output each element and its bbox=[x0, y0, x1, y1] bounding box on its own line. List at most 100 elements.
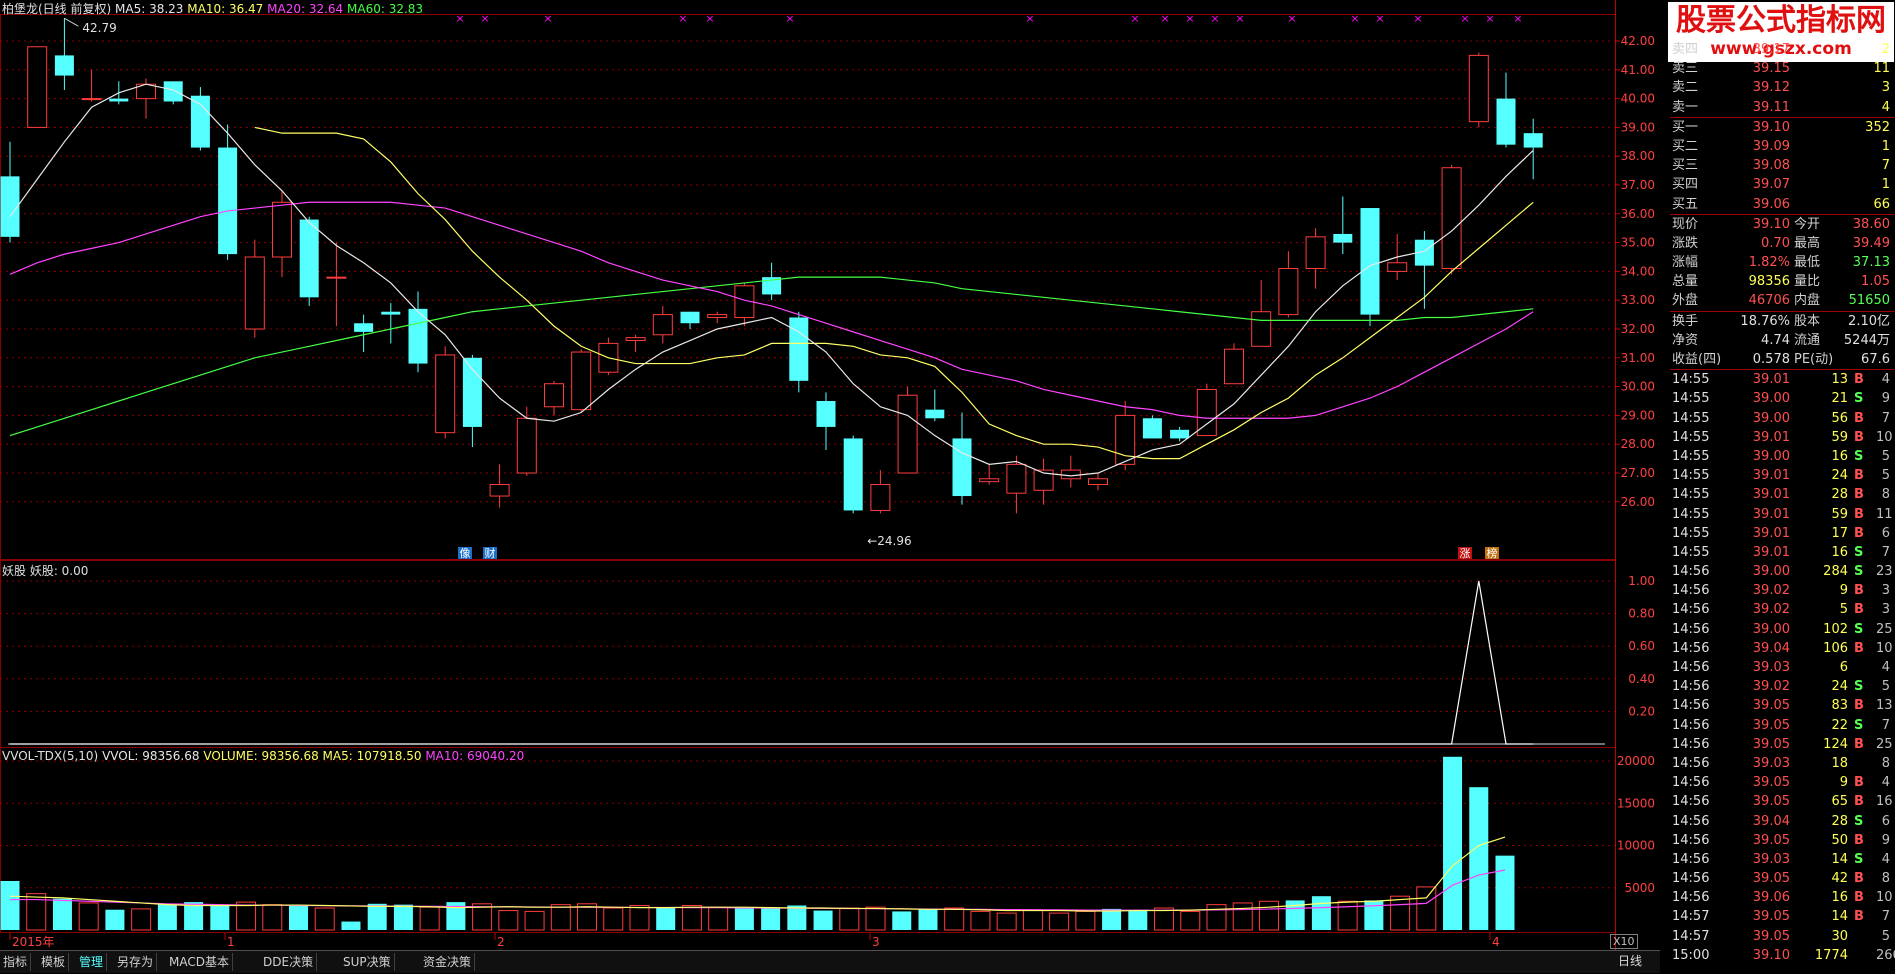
quote-stat-value: 46706 bbox=[1748, 293, 1790, 309]
tick-price: 39.02 bbox=[1752, 583, 1790, 599]
tab-7[interactable]: 资金决策 bbox=[420, 953, 476, 971]
ask-label: 卖三 bbox=[1672, 61, 1699, 77]
ask-label: 卖一 bbox=[1672, 99, 1699, 115]
tick-row: 14:57 39.05 14 B 7 bbox=[1670, 907, 1895, 926]
tick-row: 14:56 39.04 106 B 10 bbox=[1670, 639, 1895, 658]
tick-count: 16 bbox=[1876, 794, 1893, 810]
signal-right-1: 涨 bbox=[1460, 547, 1471, 560]
period-label[interactable]: 日线 bbox=[1610, 951, 1650, 971]
quote-stat-value: 39.49 bbox=[1852, 235, 1890, 251]
candle-body-up bbox=[81, 98, 102, 101]
tick-time: 14:55 bbox=[1672, 506, 1710, 522]
signal-left-2: 财 bbox=[485, 546, 496, 560]
chart-area[interactable]: 42.0041.0040.0039.0038.0037.0036.0035.00… bbox=[0, 0, 1660, 950]
signal-x-mark: × bbox=[480, 12, 489, 25]
tab-3[interactable]: 另存为 bbox=[114, 953, 158, 971]
price-tick-label: 38.00 bbox=[1621, 149, 1655, 163]
indicator-panel-frame bbox=[0, 560, 1616, 748]
volume-bar-down bbox=[918, 908, 938, 930]
volume-bar-down bbox=[813, 910, 833, 930]
tab-1[interactable]: 模板 bbox=[38, 953, 70, 971]
price-tick-label: 28.00 bbox=[1621, 437, 1655, 451]
tick-side: B bbox=[1854, 794, 1864, 810]
quote-stat-row: 外盘 46706 内盘 51650 bbox=[1670, 291, 1895, 310]
candle-body-up bbox=[272, 201, 292, 258]
volume-bar-up bbox=[1154, 907, 1175, 931]
volume-bar-up bbox=[996, 912, 1017, 931]
tick-volume: 5 bbox=[1839, 602, 1848, 618]
quote-stat-row: 涨幅 1.82% 最低 37.13 bbox=[1670, 253, 1895, 272]
tick-volume: 65 bbox=[1831, 794, 1848, 810]
high-marker bbox=[64, 17, 79, 27]
quote-stat-label: 最高 bbox=[1794, 235, 1821, 251]
bid-label: 买一 bbox=[1672, 119, 1699, 135]
tick-volume: 56 bbox=[1831, 410, 1848, 426]
volume-bar-down bbox=[157, 903, 177, 930]
candle-body-up bbox=[1278, 268, 1299, 316]
bid-price: 39.08 bbox=[1752, 158, 1790, 174]
tick-count: 23 bbox=[1876, 564, 1893, 580]
tick-price: 39.02 bbox=[1752, 679, 1790, 695]
tick-time: 14:57 bbox=[1672, 909, 1710, 925]
tick-price: 39.03 bbox=[1752, 660, 1790, 675]
tick-volume: 6 bbox=[1839, 660, 1848, 675]
tick-side: B bbox=[1854, 832, 1864, 848]
quote-stat-row: 总量 98356 量比 1.05 bbox=[1670, 272, 1895, 291]
signal-x-mark: × bbox=[705, 12, 714, 25]
quote-stat-label: 外盘 bbox=[1672, 293, 1699, 309]
vvol-value: VVOL: 98356.68 bbox=[102, 749, 200, 763]
volume-tick-label: 20000 bbox=[1617, 754, 1655, 768]
tick-count: 6 bbox=[1881, 525, 1890, 541]
signal-x-mark: × bbox=[1235, 12, 1244, 25]
candle-body-down bbox=[354, 323, 374, 332]
tick-volume: 42 bbox=[1831, 871, 1848, 887]
volume-bar-up bbox=[498, 910, 519, 931]
volume-header: VVOL-TDX(5,10) VVOL: 98356.68 VOLUME: 98… bbox=[2, 749, 524, 763]
tick-time: 14:56 bbox=[1672, 621, 1710, 637]
tick-volume: 284 bbox=[1823, 564, 1848, 580]
signal-x-mark: × bbox=[1375, 12, 1384, 25]
quote-stat-value: 37.13 bbox=[1852, 255, 1890, 271]
tick-count: 4 bbox=[1881, 660, 1890, 675]
tick-volume: 17 bbox=[1831, 525, 1848, 541]
tick-row: 14:56 39.04 28 S 6 bbox=[1670, 812, 1895, 831]
ask-row: 卖四 39.17 2 bbox=[1670, 40, 1895, 59]
tick-volume: 124 bbox=[1823, 736, 1848, 752]
tick-time: 14:56 bbox=[1672, 660, 1710, 675]
bid-row: 买二 39.09 1 bbox=[1670, 137, 1895, 156]
tab-0[interactable]: 指标 bbox=[0, 953, 32, 971]
tab-4[interactable]: MACD基本 bbox=[166, 953, 233, 971]
tick-count: 5 bbox=[1881, 679, 1890, 695]
quote-stat-label: 涨跌 bbox=[1672, 235, 1699, 251]
volume-bar-up bbox=[1206, 904, 1227, 931]
tick-count: 3 bbox=[1881, 602, 1890, 618]
candle-body-down bbox=[1142, 418, 1162, 439]
tick-time: 14:55 bbox=[1672, 429, 1710, 445]
fund-stat-row: 收益(四) 0.578 PE(动) 67.6 bbox=[1670, 350, 1895, 369]
logo-title: 股票公式指标网 bbox=[1676, 3, 1886, 38]
candle-body-down bbox=[190, 95, 210, 148]
tick-price: 39.02 bbox=[1752, 602, 1790, 618]
tick-volume: 1774 bbox=[1814, 947, 1848, 963]
volume-bar-down bbox=[1128, 909, 1148, 930]
tab-2[interactable]: 管理 bbox=[76, 953, 108, 971]
tab-6[interactable]: SUP决策 bbox=[340, 953, 395, 971]
candle-body-down bbox=[381, 311, 401, 315]
volume-bar-up bbox=[1022, 909, 1043, 931]
tick-side: B bbox=[1854, 640, 1864, 656]
tick-time: 14:55 bbox=[1672, 468, 1710, 484]
volume-bar-up bbox=[603, 907, 624, 931]
volume-bar-down bbox=[734, 908, 754, 930]
tick-count: 4 bbox=[1881, 775, 1890, 791]
tick-price: 39.01 bbox=[1752, 468, 1790, 484]
tick-time: 14:56 bbox=[1672, 775, 1710, 791]
vol-ma10-line bbox=[10, 869, 1506, 911]
fund-stat-label: 流通 bbox=[1794, 332, 1821, 348]
tick-side: S bbox=[1854, 851, 1864, 867]
tab-5[interactable]: DDE决策 bbox=[260, 953, 318, 971]
volume-bar-down bbox=[1364, 900, 1384, 930]
price-tick-label: 33.00 bbox=[1621, 293, 1655, 307]
bid-price: 39.10 bbox=[1752, 119, 1790, 135]
candle-body-up bbox=[489, 484, 510, 497]
volume-bar-down bbox=[341, 921, 361, 930]
